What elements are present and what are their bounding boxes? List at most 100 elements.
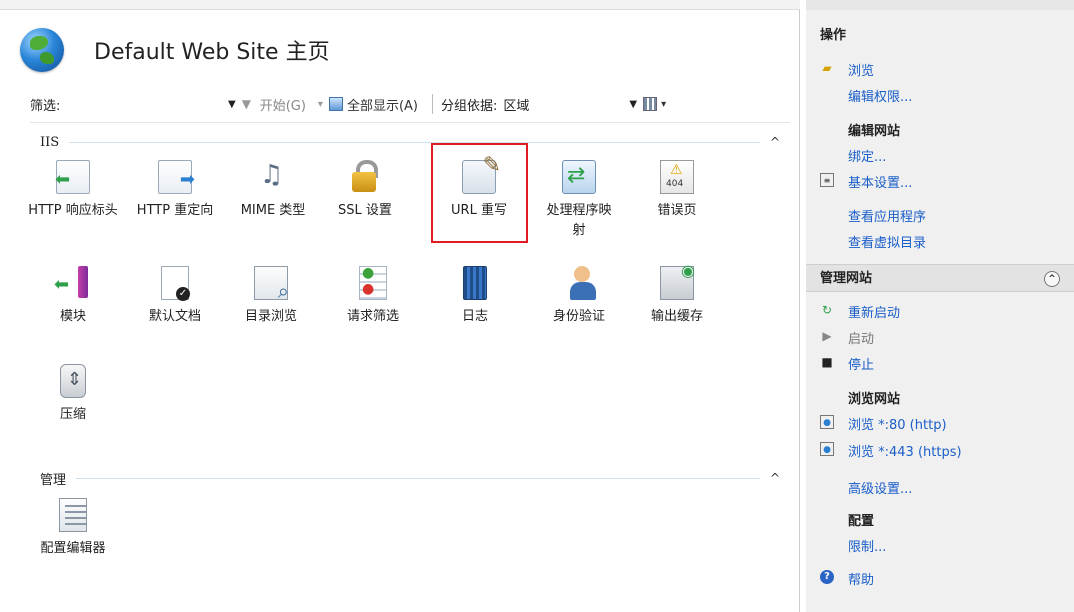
feature-label: 错误页 (657, 203, 697, 218)
browse-web-icon: ● (820, 415, 834, 429)
feature-compression[interactable]: 压缩 (28, 364, 118, 425)
filter-dropdown-icon[interactable]: ▼ (228, 99, 236, 110)
feature-label: 日志 (461, 309, 488, 324)
browse-web-icon: ● (820, 442, 834, 456)
section-divider (69, 141, 760, 143)
feature-modules[interactable]: 模块 (28, 266, 118, 327)
feature-label: 压缩 (59, 407, 86, 422)
handler-mappings-icon (562, 160, 596, 194)
http-response-headers-icon (55, 160, 90, 194)
default-document-icon (161, 266, 190, 301)
feature-configuration-editor[interactable]: 配置编辑器 (28, 498, 118, 559)
start-play-icon: ▶ (822, 329, 832, 343)
view-mode-dropdown-icon: ▾ (661, 98, 667, 110)
action-start[interactable]: 启动 (848, 328, 874, 347)
view-mode-button[interactable]: ▾ (643, 97, 666, 111)
group-by-select[interactable]: 区域 (503, 95, 623, 114)
action-basic-settings[interactable]: 基本设置... (848, 172, 912, 191)
feature-label: 配置编辑器 (40, 541, 106, 556)
feature-ssl-settings[interactable]: SSL 设置 (320, 160, 410, 221)
browse-site-title: 浏览网站 (848, 392, 901, 407)
group-by-dropdown-icon[interactable]: ▼ (629, 99, 637, 110)
http-redirect-icon (158, 160, 195, 194)
action-help[interactable]: 帮助 (848, 569, 874, 588)
page-header: Default Web Site 主页 (20, 28, 330, 72)
feature-output-caching[interactable]: 输出缓存 (632, 261, 722, 327)
feature-mime-types[interactable]: MIME 类型 (228, 160, 318, 221)
action-limits[interactable]: 限制... (848, 536, 886, 555)
toolbar-separator (432, 94, 433, 114)
section-header-management[interactable]: 管理 ^ (40, 468, 780, 488)
request-filtering-icon (359, 265, 387, 300)
configuration-editor-icon (59, 498, 87, 532)
feature-http-redirect[interactable]: HTTP 重定向 (130, 160, 220, 221)
collapse-caret-icon[interactable]: ^ (770, 135, 780, 149)
basic-settings-icon: ≡ (820, 173, 834, 187)
collapse-up-icon[interactable]: ^ (1044, 271, 1060, 287)
feature-label: 请求筛选 (346, 309, 399, 324)
section-title: IIS (40, 134, 60, 150)
lock-icon (348, 160, 382, 194)
feature-label: 目录浏览 (244, 309, 297, 324)
start-filter-label: 开始(G) (259, 98, 306, 114)
modules-icon (54, 266, 90, 300)
directory-browsing-icon (254, 266, 289, 303)
actions-top-strip (806, 0, 1074, 10)
action-stop[interactable]: 停止 (848, 354, 874, 373)
output-caching-icon (660, 261, 695, 300)
feature-directory-browsing[interactable]: 目录浏览 (226, 266, 316, 327)
grid-view-icon (643, 97, 658, 111)
show-all-button[interactable]: 全部显示(A) (328, 95, 418, 114)
filter-label: 筛选: (30, 98, 61, 114)
restart-icon: ↻ (821, 303, 833, 317)
collapse-caret-icon[interactable]: ^ (770, 471, 780, 485)
help-icon: ? (820, 570, 834, 584)
feature-label: 输出缓存 (650, 309, 703, 324)
action-restart[interactable]: 重新启动 (848, 302, 900, 321)
action-view-applications[interactable]: 查看应用程序 (848, 206, 926, 225)
action-advanced-settings[interactable]: 高级设置... (848, 478, 912, 497)
url-rewrite-highlight-box (431, 143, 528, 243)
action-browse[interactable]: 浏览 (848, 60, 874, 79)
group-by-label: 分组依据: (441, 98, 498, 114)
browse-folder-icon: ▰ (822, 61, 832, 75)
actions-pane: 操作 ▰ 浏览 编辑权限... 编辑网站 绑定... ≡ 基本设置... 查看应… (806, 0, 1074, 612)
feature-label: 模块 (59, 309, 86, 324)
action-browse-80[interactable]: 浏览 *:80 (http) (848, 414, 947, 433)
action-bindings[interactable]: 绑定... (848, 146, 886, 165)
section-header-iis[interactable]: IIS ^ (40, 132, 780, 152)
feature-request-filtering[interactable]: 请求筛选 (328, 265, 418, 327)
top-strip (0, 0, 800, 10)
feature-label: 身份验证 (552, 309, 605, 324)
feature-label: 默认文档 (148, 309, 201, 324)
feature-http-response-headers[interactable]: HTTP 响应标头 (28, 160, 118, 221)
filter-toolbar: 筛选: ▼ ▼ 开始(G) ▾ 全部显示(A) 分组依据: 区域 ▼ ▾ (30, 92, 790, 116)
manage-site-header[interactable]: 管理网站 ^ (806, 264, 1074, 292)
start-dropdown-icon[interactable]: ▾ (318, 99, 323, 110)
action-view-virtual-directories[interactable]: 查看虚拟目录 (848, 232, 926, 251)
show-all-icon (328, 97, 343, 111)
error-page-404-icon (660, 160, 694, 194)
mime-types-icon (256, 160, 290, 194)
feature-default-document[interactable]: 默认文档 (130, 266, 220, 327)
feature-authentication[interactable]: 身份验证 (534, 266, 624, 327)
section-divider (76, 477, 760, 479)
configuration-title: 配置 (848, 514, 875, 529)
feature-label: SSL 设置 (338, 203, 392, 218)
start-filter-button[interactable]: ▼ 开始(G) (242, 95, 306, 114)
show-all-label: 全部显示(A) (346, 98, 418, 114)
action-edit-permissions[interactable]: 编辑权限... (848, 86, 912, 105)
feature-error-pages[interactable]: 错误页 (632, 160, 722, 221)
filter-input[interactable] (82, 93, 222, 115)
logging-book-icon (463, 266, 487, 300)
funnel-icon: ▼ (241, 97, 251, 111)
edit-site-title: 编辑网站 (848, 124, 901, 139)
feature-handler-mappings[interactable]: 处理程序映射 (534, 160, 624, 241)
toolbar-divider (30, 122, 790, 123)
features-view-pane: Default Web Site 主页 筛选: ▼ ▼ 开始(G) ▾ 全部显示… (0, 0, 800, 612)
feature-logging[interactable]: 日志 (430, 266, 520, 327)
compression-icon (60, 364, 86, 398)
stop-square-icon: ■ (821, 355, 833, 369)
website-globe-icon (20, 28, 64, 72)
action-browse-443[interactable]: 浏览 *:443 (https) (848, 441, 962, 460)
